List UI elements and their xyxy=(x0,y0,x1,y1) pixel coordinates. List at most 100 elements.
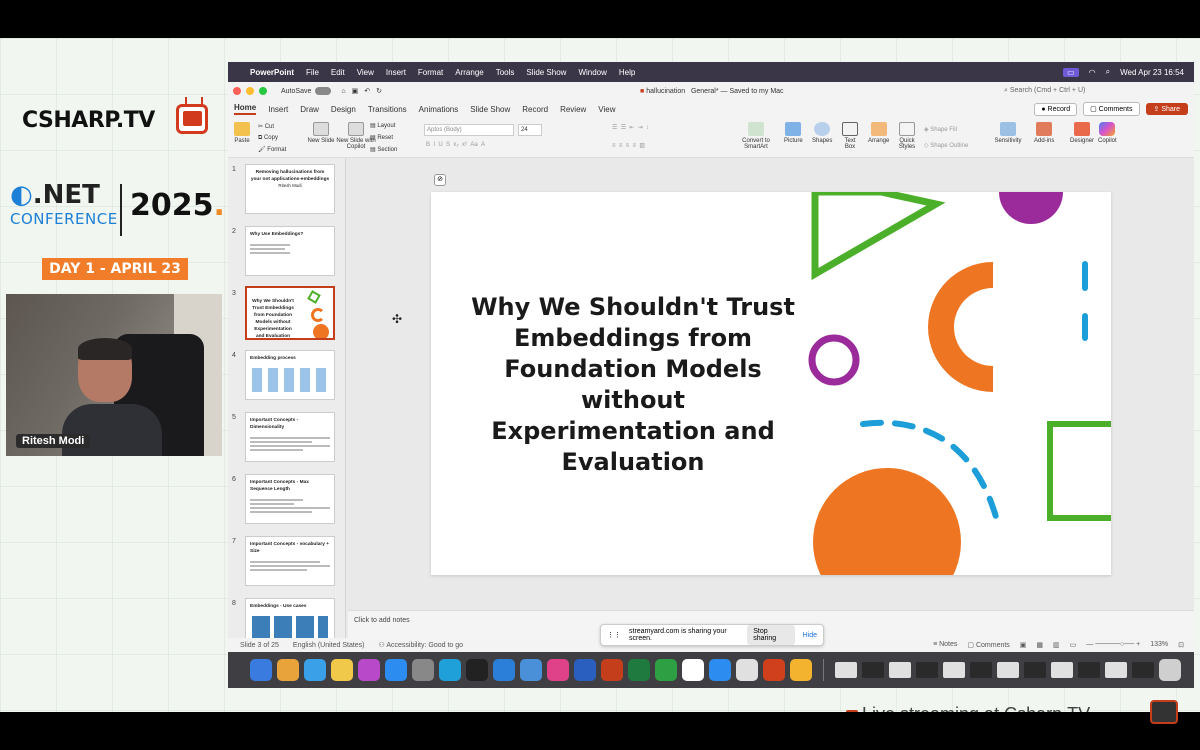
drag-handle-icon[interactable]: ⋮⋮ xyxy=(607,631,621,639)
dock-window-thumbnail[interactable] xyxy=(943,662,965,678)
menu-help[interactable]: Help xyxy=(619,68,635,77)
slide-thumbnail[interactable]: Embedding process xyxy=(245,350,335,400)
slide-thumbnail[interactable]: Important Concepts - Max Sequence Length xyxy=(245,474,335,524)
current-slide[interactable]: Why We Shouldn't Trust Embeddings from F… xyxy=(431,192,1111,575)
menu-slide-show[interactable]: Slide Show xyxy=(526,68,566,77)
dock-app-icon[interactable] xyxy=(628,659,650,681)
addins-button[interactable]: Add-ins xyxy=(1034,122,1054,144)
dock-app-icon[interactable] xyxy=(655,659,677,681)
list-buttons[interactable]: ☰ ☰ ⇤ ⇥ ↕ xyxy=(612,124,649,131)
accessibility-status[interactable]: ⚇ Accessibility: Good to go xyxy=(379,641,464,649)
slide-thumbnail[interactable]: Why Use Embeddings? xyxy=(245,226,335,276)
designer-button[interactable]: Designer xyxy=(1070,122,1094,144)
dock-app-icon[interactable] xyxy=(601,659,623,681)
section-button[interactable]: ▤ Section xyxy=(370,146,397,153)
close-window-button[interactable] xyxy=(233,87,241,95)
home-icon[interactable]: ⌂ xyxy=(341,88,345,95)
copy-button[interactable]: ⧉ Copy xyxy=(258,135,278,142)
dock-app-icon[interactable] xyxy=(682,659,704,681)
record-button[interactable]: ● Record xyxy=(1034,102,1078,116)
search-field[interactable]: ⌕ Search (Cmd + Ctrl + U) xyxy=(1004,87,1154,95)
reset-button[interactable]: ▤ Reset xyxy=(370,134,393,141)
dock-app-icon[interactable] xyxy=(412,659,434,681)
dock-app-icon[interactable] xyxy=(250,659,272,681)
slideshow-view-icon[interactable]: ▭ xyxy=(1070,641,1077,649)
dock-app-icon[interactable] xyxy=(331,659,353,681)
dock-window-thumbnail[interactable] xyxy=(835,662,857,678)
screen-share-icon[interactable]: ▭ xyxy=(1063,67,1079,77)
dock-app-icon[interactable] xyxy=(304,659,326,681)
font-family-select[interactable]: Aptos (Body) xyxy=(424,124,514,136)
dock-window-thumbnail[interactable] xyxy=(997,662,1019,678)
dock-window-thumbnail[interactable] xyxy=(916,662,938,678)
quick-styles-button[interactable]: Quick Styles xyxy=(896,122,918,150)
menu-tools[interactable]: Tools xyxy=(496,68,515,77)
slide-thumbnail-selected[interactable]: Why We Shouldn't Trust Embeddings from F… xyxy=(245,286,335,340)
menu-window[interactable]: Window xyxy=(578,68,606,77)
hide-banner-link[interactable]: Hide xyxy=(803,632,817,639)
sorter-view-icon[interactable]: ▦ xyxy=(1036,641,1043,649)
comments-button[interactable]: ▢ Comments xyxy=(1083,102,1140,116)
dock-window-thumbnail[interactable] xyxy=(970,662,992,678)
new-slide-button[interactable]: New Slide xyxy=(306,122,336,144)
dock-app-icon[interactable] xyxy=(574,659,596,681)
accessibility-assistant-icon[interactable]: ⊘ xyxy=(434,174,446,186)
dock-app-icon[interactable] xyxy=(493,659,515,681)
dock-app-icon[interactable] xyxy=(277,659,299,681)
trash-icon[interactable] xyxy=(1159,659,1181,681)
dock-window-thumbnail[interactable] xyxy=(1051,662,1073,678)
tab-view[interactable]: View xyxy=(598,105,615,114)
shape-fill-button[interactable]: ◈ Shape Fill xyxy=(924,126,957,133)
redo-icon[interactable]: ↻ xyxy=(376,87,382,95)
zoom-slider[interactable]: — ─────○── + xyxy=(1086,641,1140,649)
share-button[interactable]: ⇪ Share xyxy=(1145,103,1188,115)
text-box-button[interactable]: Text Box xyxy=(840,122,860,150)
dock-app-icon[interactable] xyxy=(520,659,542,681)
menu-edit[interactable]: Edit xyxy=(331,68,345,77)
tab-review[interactable]: Review xyxy=(560,105,586,114)
stop-sharing-button[interactable]: Stop sharing xyxy=(747,625,795,645)
comments-toggle[interactable]: ▢ Comments xyxy=(967,641,1009,649)
dock-app-icon[interactable] xyxy=(547,659,569,681)
shapes-button[interactable]: Shapes xyxy=(812,122,832,144)
tab-animations[interactable]: Animations xyxy=(419,105,459,114)
normal-view-icon[interactable]: ▣ xyxy=(1020,641,1027,649)
dock-app-icon[interactable] xyxy=(439,659,461,681)
tab-home[interactable]: Home xyxy=(234,103,257,115)
notes-toggle[interactable]: ≡ Notes xyxy=(933,641,957,649)
menu-insert[interactable]: Insert xyxy=(386,68,406,77)
tab-design[interactable]: Design xyxy=(331,105,356,114)
wifi-icon[interactable]: ◠ xyxy=(1089,68,1096,77)
save-icon[interactable]: ▣ xyxy=(352,87,359,95)
language-status[interactable]: English (United States) xyxy=(293,642,365,649)
dock-window-thumbnail[interactable] xyxy=(862,662,884,678)
tab-record[interactable]: Record xyxy=(522,105,548,114)
layout-button[interactable]: ▤ Layout xyxy=(370,122,395,129)
dock-window-thumbnail[interactable] xyxy=(889,662,911,678)
paste-button[interactable]: Paste xyxy=(234,122,250,144)
tab-slide-show[interactable]: Slide Show xyxy=(470,105,510,114)
minimize-window-button[interactable] xyxy=(246,87,254,95)
arrange-button[interactable]: Arrange xyxy=(868,122,889,144)
dock-app-icon[interactable] xyxy=(358,659,380,681)
fit-slide-icon[interactable]: ⊡ xyxy=(1178,641,1184,649)
dock-app-icon[interactable] xyxy=(736,659,758,681)
menu-arrange[interactable]: Arrange xyxy=(455,68,483,77)
menu-view[interactable]: View xyxy=(357,68,374,77)
align-buttons[interactable]: ≡ ≡ ≡ ≡ ▥ xyxy=(612,142,645,149)
menu-app-name[interactable]: PowerPoint xyxy=(250,68,294,77)
slide-thumbnail[interactable]: Important Concepts - vocabulary + Size xyxy=(245,536,335,586)
font-size-select[interactable]: 24 xyxy=(518,124,542,136)
copilot-button[interactable]: Copilot xyxy=(1098,122,1117,144)
zoom-level[interactable]: 133% xyxy=(1150,641,1168,649)
tab-draw[interactable]: Draw xyxy=(300,105,319,114)
convert-smartart-button[interactable]: Convert to SmartArt xyxy=(736,122,776,150)
text-format-buttons[interactable]: B I U S x₂ x² Aa A xyxy=(426,142,485,148)
slide-thumbnail[interactable]: Removing hallucinations from your not ap… xyxy=(245,164,335,214)
reading-view-icon[interactable]: ▥ xyxy=(1053,641,1060,649)
tab-transitions[interactable]: Transitions xyxy=(368,105,407,114)
dock-window-thumbnail[interactable] xyxy=(1132,662,1154,678)
sensitivity-button[interactable]: Sensitivity xyxy=(992,122,1024,144)
autosave-toggle[interactable] xyxy=(315,87,332,95)
dock-app-icon[interactable] xyxy=(790,659,812,681)
